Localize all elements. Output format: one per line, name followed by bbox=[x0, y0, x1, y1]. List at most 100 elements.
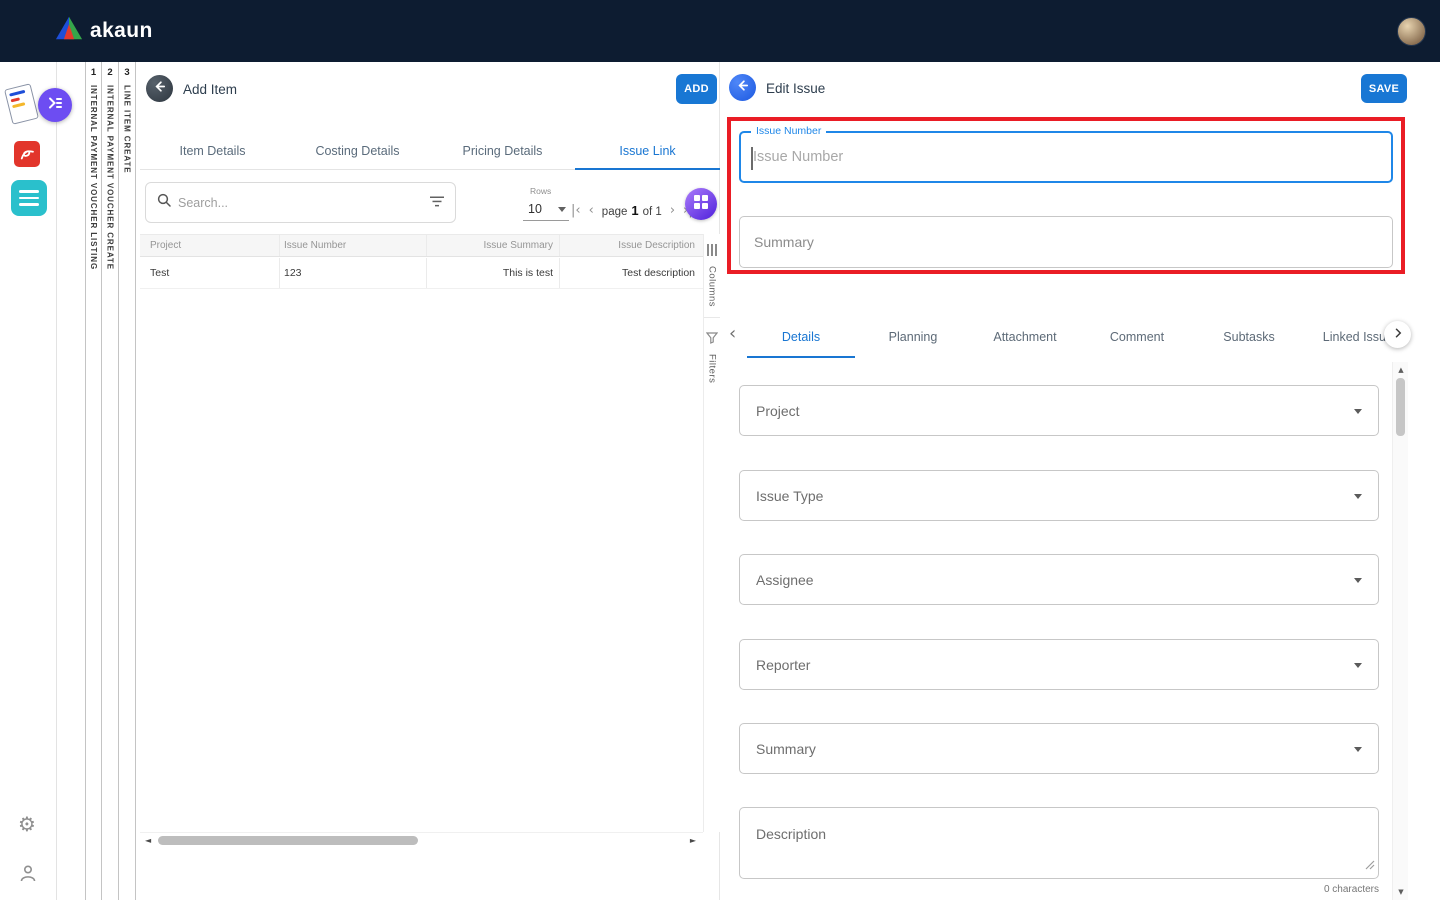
edit-issue-back-button[interactable] bbox=[729, 74, 756, 101]
chevron-down-icon bbox=[558, 207, 566, 212]
panel-toggle-fab[interactable] bbox=[38, 88, 72, 122]
first-page-button[interactable]: |‹ bbox=[571, 203, 581, 218]
workspace-tab-1[interactable]: 1 INTERNAL PAYMENT VOUCHER LISTING bbox=[85, 62, 102, 900]
columns-label: Columns bbox=[706, 266, 718, 307]
tab-pricing-details[interactable]: Pricing Details bbox=[430, 132, 575, 169]
next-page-button[interactable]: › bbox=[670, 203, 675, 218]
tabs-scroll-right-button[interactable] bbox=[1384, 321, 1411, 348]
rail-divider bbox=[704, 317, 720, 318]
filter-list-icon[interactable] bbox=[430, 194, 444, 212]
workspace-tab-2[interactable]: 2 INTERNAL PAYMENT VOUCHER CREATE bbox=[102, 62, 119, 900]
col-header-issue-description[interactable]: Issue Description bbox=[560, 235, 703, 256]
chevron-down-icon bbox=[1354, 493, 1362, 499]
columns-button[interactable]: Columns bbox=[707, 234, 718, 313]
tab-item-details[interactable]: Item Details bbox=[140, 132, 285, 169]
scroll-down-button[interactable]: ▼ bbox=[1393, 888, 1409, 896]
tab-issue-link[interactable]: Issue Link bbox=[575, 132, 720, 170]
reporter-select-label: Reporter bbox=[756, 656, 811, 673]
save-button[interactable]: SAVE bbox=[1361, 74, 1407, 103]
chevron-down-icon bbox=[1354, 577, 1362, 583]
tab-costing-details[interactable]: Costing Details bbox=[285, 132, 430, 169]
scroll-right-button[interactable]: ► bbox=[690, 836, 696, 845]
tabs-scroll-left-button[interactable]: ‹ bbox=[729, 323, 736, 344]
issue-type-select[interactable]: Issue Type bbox=[739, 470, 1379, 521]
assignee-select[interactable]: Assignee bbox=[739, 554, 1379, 605]
summary-select-label: Summary bbox=[756, 740, 816, 757]
summary-label: Summary bbox=[754, 234, 814, 250]
workspace-tab-3[interactable]: 3 LINE ITEM CREATE bbox=[119, 62, 136, 900]
add-button[interactable]: ADD bbox=[676, 74, 717, 104]
grid-view-button[interactable] bbox=[685, 188, 717, 220]
vertical-scrollbar: ▲ ▼ bbox=[1392, 362, 1408, 900]
edit-issue-title: Edit Issue bbox=[766, 81, 826, 96]
workspace-tab-number: 1 bbox=[90, 67, 97, 78]
workspace-tab-strip: 1 INTERNAL PAYMENT VOUCHER LISTING 2 INT… bbox=[85, 62, 136, 900]
cell-issue-number: 123 bbox=[280, 258, 427, 288]
cell-project: Test bbox=[140, 258, 280, 288]
table-side-rail: Columns Filters bbox=[703, 234, 720, 832]
workspace-tab-label: INTERNAL PAYMENT VOUCHER CREATE bbox=[105, 85, 115, 270]
issue-number-field: Issue Number bbox=[739, 125, 1393, 183]
project-select-label: Project bbox=[756, 402, 800, 419]
horizontal-scrollbar-thumb[interactable] bbox=[158, 836, 418, 845]
issue-number-input[interactable] bbox=[753, 135, 1373, 179]
scroll-up-button[interactable]: ▲ bbox=[1393, 366, 1409, 374]
pagination: |‹ ‹ page 1 of 1 › ›| bbox=[571, 201, 693, 219]
resize-handle[interactable] bbox=[1365, 857, 1375, 875]
tab-subtasks[interactable]: Subtasks bbox=[1193, 316, 1305, 358]
assignee-select-label: Assignee bbox=[756, 571, 814, 588]
summary-select[interactable]: Summary bbox=[739, 723, 1379, 774]
search-input[interactable] bbox=[178, 195, 423, 210]
page-indicator: page 1 of 1 bbox=[602, 203, 662, 218]
col-header-project[interactable]: Project bbox=[140, 235, 280, 256]
prev-page-button[interactable]: ‹ bbox=[589, 203, 594, 218]
funnel-icon bbox=[705, 331, 719, 349]
issue-type-select-label: Issue Type bbox=[756, 487, 824, 504]
profile-icon[interactable] bbox=[19, 864, 37, 888]
vertical-scrollbar-thumb[interactable] bbox=[1396, 378, 1405, 436]
rows-per-page-select[interactable]: 10 bbox=[523, 197, 569, 221]
reporter-select[interactable]: Reporter bbox=[739, 639, 1379, 690]
add-item-tabbar: Item Details Costing Details Pricing Det… bbox=[140, 132, 720, 170]
workspace-tab-label: INTERNAL PAYMENT VOUCHER LISTING bbox=[89, 85, 98, 271]
grid-icon bbox=[694, 194, 708, 214]
description-textarea[interactable]: Description bbox=[739, 807, 1379, 879]
workspace-tab-number: 2 bbox=[107, 67, 113, 78]
filters-button[interactable]: Filters bbox=[705, 322, 719, 389]
col-header-issue-number[interactable]: Issue Number bbox=[280, 235, 427, 256]
topbar: akaun bbox=[0, 0, 1440, 62]
chevron-right-icon bbox=[1392, 326, 1404, 344]
summary-field[interactable]: Summary bbox=[739, 216, 1393, 268]
filters-label: Filters bbox=[706, 354, 718, 384]
search-icon bbox=[157, 193, 171, 212]
scroll-left-button[interactable]: ◄ bbox=[145, 836, 151, 845]
search-box bbox=[145, 182, 456, 223]
rows-per-page-label: Rows bbox=[530, 186, 552, 196]
list-app-icon[interactable] bbox=[11, 180, 47, 216]
rows-per-page-value: 10 bbox=[528, 202, 542, 216]
brand-logo-icon bbox=[55, 15, 83, 46]
chevron-down-icon bbox=[1354, 408, 1362, 414]
table-row[interactable]: Test 123 This is test Test description bbox=[140, 258, 703, 289]
screen: akaun ⚙ 1 INTERNAL PAYMENT VOUCHER LISTI… bbox=[0, 0, 1440, 900]
tab-comment[interactable]: Comment bbox=[1081, 316, 1193, 358]
cell-issue-description: Test description bbox=[622, 267, 695, 279]
panel-expand-icon bbox=[47, 95, 63, 116]
workspace-tab-number: 3 bbox=[124, 67, 130, 78]
add-item-title: Add Item bbox=[183, 82, 238, 97]
arrow-left-icon bbox=[735, 78, 750, 98]
tab-linked-issues[interactable]: Linked Issues bbox=[1305, 316, 1393, 358]
user-avatar[interactable] bbox=[1397, 17, 1426, 46]
settings-gear-icon[interactable]: ⚙ bbox=[18, 812, 36, 836]
tab-planning[interactable]: Planning bbox=[857, 316, 969, 358]
brand[interactable]: akaun bbox=[55, 15, 153, 46]
pdf-app-icon[interactable] bbox=[14, 141, 40, 167]
page-indicator-current: 1 bbox=[631, 202, 639, 218]
col-header-issue-summary[interactable]: Issue Summary bbox=[427, 235, 560, 256]
tab-attachment[interactable]: Attachment bbox=[969, 316, 1081, 358]
table-header: Project Issue Number Issue Summary Issue… bbox=[140, 234, 703, 257]
tab-details[interactable]: Details bbox=[745, 316, 857, 358]
arrow-left-icon bbox=[152, 79, 167, 99]
add-item-back-button[interactable] bbox=[146, 75, 173, 102]
project-select[interactable]: Project bbox=[739, 385, 1379, 436]
